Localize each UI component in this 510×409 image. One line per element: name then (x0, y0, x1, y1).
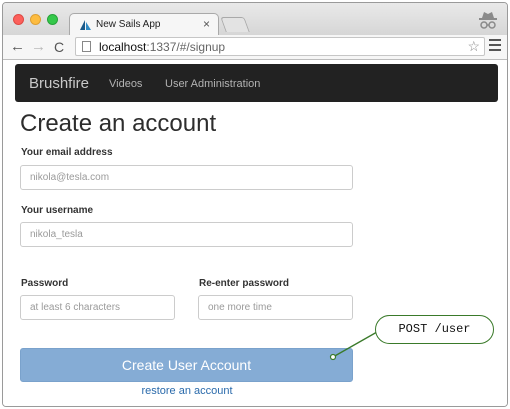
reload-icon[interactable]: C (54, 38, 64, 56)
close-window-button[interactable] (13, 14, 24, 25)
browser-menu-icon[interactable] (489, 39, 501, 53)
forward-arrow-icon[interactable]: → (31, 38, 46, 56)
sails-favicon-icon (80, 20, 91, 30)
zoom-window-button[interactable] (47, 14, 58, 25)
password-label: Password (21, 278, 69, 289)
minimize-window-button[interactable] (30, 14, 41, 25)
confirm-password-label: Re-enter password (199, 278, 290, 289)
tab-title: New Sails App (96, 19, 161, 30)
email-field[interactable] (20, 165, 353, 190)
page-viewport: Brushfire Videos User Administration Cre… (3, 60, 507, 406)
url-text: localhost:1337/#/signup (99, 40, 226, 54)
new-tab-button[interactable] (220, 17, 250, 32)
post-user-callout: POST /user (375, 315, 494, 344)
password-field[interactable] (20, 295, 175, 320)
tab-close-icon[interactable]: × (203, 17, 210, 31)
browser-tab[interactable]: New Sails App × (69, 13, 219, 35)
browser-window: New Sails App × ← → C localhost:1337/#/s… (2, 2, 508, 407)
back-arrow-icon[interactable]: ← (10, 38, 25, 56)
bookmark-star-icon[interactable]: ☆ (467, 38, 480, 55)
address-bar[interactable]: localhost:1337/#/signup ☆ (75, 37, 485, 56)
page-title: Create an account (20, 110, 217, 137)
nav-videos-link[interactable]: Videos (109, 78, 142, 90)
nav-user-admin-link[interactable]: User Administration (165, 78, 260, 90)
email-label: Your email address (21, 147, 113, 158)
browser-toolbar: ← → C localhost:1337/#/signup ☆ (3, 35, 507, 60)
app-navbar: Brushfire Videos User Administration (15, 64, 498, 102)
restore-account-link[interactable]: restore an account (3, 385, 371, 397)
username-field[interactable] (20, 222, 353, 247)
tab-strip: New Sails App × (3, 3, 507, 35)
page-icon (82, 41, 91, 52)
username-label: Your username (21, 205, 94, 216)
brand-link[interactable]: Brushfire (29, 75, 89, 92)
create-account-button[interactable]: Create User Account (20, 348, 353, 382)
incognito-icon (479, 12, 497, 29)
confirm-password-field[interactable] (198, 295, 353, 320)
